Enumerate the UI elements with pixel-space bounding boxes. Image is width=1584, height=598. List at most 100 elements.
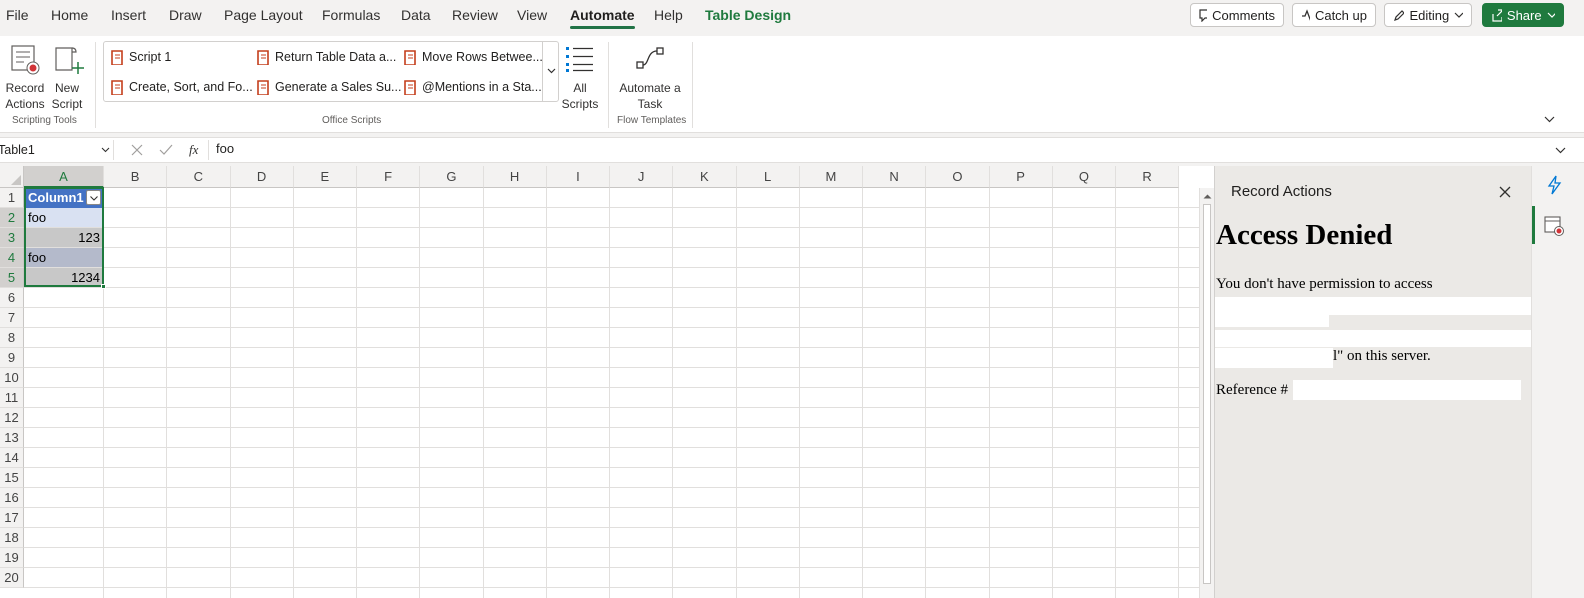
close-icon[interactable] (1499, 186, 1511, 198)
selection-outline (24, 187, 104, 287)
lightning-icon[interactable] (1546, 175, 1562, 195)
vertical-scrollbar[interactable] (1199, 188, 1214, 598)
column-header-k[interactable]: K (673, 166, 737, 188)
menu-home[interactable]: Home (51, 7, 88, 23)
record-actions-pane: Record Actions Access Denied You don't h… (1214, 166, 1540, 598)
cancel-icon[interactable] (131, 144, 143, 156)
grid-column-line (988, 188, 990, 598)
editing-label: Editing (1409, 7, 1450, 23)
row-header-1[interactable]: 1 (0, 188, 24, 208)
record-actions-button[interactable]: Record Actions (4, 40, 46, 114)
grid-row-line (24, 527, 1199, 528)
column-header-o[interactable]: O (926, 166, 990, 188)
menu-formulas[interactable]: Formulas (322, 7, 380, 23)
flow-icon (636, 47, 664, 69)
catch-up-button[interactable]: Catch up (1292, 3, 1376, 27)
row-header-5[interactable]: 5 (0, 268, 24, 288)
automate-task-button[interactable]: Automate a Task (614, 40, 686, 114)
pane-title: Record Actions (1231, 183, 1332, 200)
row-header-12[interactable]: 12 (0, 408, 24, 428)
column-header-l[interactable]: L (736, 166, 800, 188)
column-header-q[interactable]: Q (1052, 166, 1116, 188)
column-header-a[interactable]: A (24, 166, 104, 188)
column-header-b[interactable]: B (104, 166, 168, 188)
script-item[interactable]: @Mentions in a Sta... (403, 79, 542, 95)
column-header-h[interactable]: H (483, 166, 547, 188)
menu-help[interactable]: Help (654, 7, 683, 23)
redacted-block (1215, 297, 1531, 315)
script-item[interactable]: Move Rows Betwee... (403, 49, 543, 65)
menu-draw[interactable]: Draw (169, 7, 202, 23)
column-header-n[interactable]: N (863, 166, 927, 188)
row-header-7[interactable]: 7 (0, 308, 24, 328)
worksheet-grid[interactable]: ABCDEFGHIJKLMNOPQR 1 2 3 4 5 6 7 8 9 10 11 12 13 14 15… (0, 166, 1214, 598)
row-header-16[interactable]: 16 (0, 488, 24, 508)
column-header-d[interactable]: D (230, 166, 294, 188)
menu-automate[interactable]: Automate (570, 7, 635, 29)
all-scripts-label-2: Scripts (561, 97, 599, 111)
scroll-up-arrow-icon[interactable] (1203, 193, 1212, 199)
column-header-e[interactable]: E (293, 166, 357, 188)
script-item[interactable]: Script 1 (110, 49, 171, 65)
row-header-4[interactable]: 4 (0, 248, 24, 268)
menu-table-design[interactable]: Table Design (705, 7, 791, 23)
grid-column-line (166, 188, 168, 598)
menu-insert[interactable]: Insert (111, 7, 146, 23)
grid-column-line (925, 188, 927, 598)
gallery-expand-button[interactable] (542, 42, 559, 101)
editing-mode-button[interactable]: Editing (1384, 3, 1472, 27)
column-header-j[interactable]: J (610, 166, 674, 188)
record-actions-icon[interactable] (1543, 215, 1565, 237)
script-item[interactable]: Create, Sort, and Fo... (110, 79, 253, 95)
name-box[interactable]: Table1 (0, 140, 114, 160)
menu-data[interactable]: Data (401, 7, 431, 23)
scrollbar-thumb[interactable] (1203, 204, 1211, 584)
record-actions-icon (11, 45, 40, 75)
column-header-r[interactable]: R (1116, 166, 1180, 188)
row-header-3[interactable]: 3 (0, 228, 24, 248)
column-header-m[interactable]: M (799, 166, 863, 188)
menu-view[interactable]: View (517, 7, 547, 23)
grid-column-line (482, 188, 484, 598)
redacted-block (1215, 348, 1333, 368)
menu-review[interactable]: Review (452, 7, 498, 23)
all-scripts-button[interactable]: All Scripts (561, 40, 601, 114)
row-header-10[interactable]: 10 (0, 368, 24, 388)
column-header-f[interactable]: F (357, 166, 421, 188)
row-header-9[interactable]: 9 (0, 348, 24, 368)
row-header-11[interactable]: 11 (0, 388, 24, 408)
grid-column-line (545, 188, 547, 598)
row-header-2[interactable]: 2 (0, 208, 24, 228)
row-header-13[interactable]: 13 (0, 428, 24, 448)
grid-row-line (24, 427, 1199, 428)
row-header-19[interactable]: 19 (0, 548, 24, 568)
row-header-15[interactable]: 15 (0, 468, 24, 488)
column-header-i[interactable]: I (546, 166, 610, 188)
select-all-corner[interactable] (0, 166, 24, 188)
comments-button[interactable]: Comments (1190, 3, 1284, 27)
menu-page-layout[interactable]: Page Layout (224, 7, 303, 23)
script-name: Return Table Data a... (275, 50, 397, 64)
new-script-button[interactable]: New Script (48, 40, 86, 114)
expand-formula-bar-icon[interactable] (1555, 147, 1566, 154)
column-header-p[interactable]: P (989, 166, 1053, 188)
script-item[interactable]: Generate a Sales Su... (256, 79, 401, 95)
row-header-17[interactable]: 17 (0, 508, 24, 528)
grid-row-line (24, 567, 1199, 568)
grid-column-line (1051, 188, 1053, 598)
row-header-18[interactable]: 18 (0, 528, 24, 548)
row-header-6[interactable]: 6 (0, 288, 24, 308)
share-button[interactable]: Share (1482, 3, 1564, 27)
check-icon[interactable] (159, 144, 173, 156)
fx-icon[interactable]: fx (189, 142, 198, 158)
fill-handle[interactable] (101, 284, 106, 289)
script-item[interactable]: Return Table Data a... (256, 49, 396, 65)
row-header-14[interactable]: 14 (0, 448, 24, 468)
ribbon-collapse-chevron-icon[interactable] (1544, 116, 1555, 123)
formula-input[interactable]: foo (216, 141, 234, 156)
column-header-c[interactable]: C (167, 166, 231, 188)
row-header-20[interactable]: 20 (0, 568, 24, 588)
row-header-8[interactable]: 8 (0, 328, 24, 348)
menu-file[interactable]: File (6, 7, 29, 23)
column-header-g[interactable]: G (420, 166, 484, 188)
